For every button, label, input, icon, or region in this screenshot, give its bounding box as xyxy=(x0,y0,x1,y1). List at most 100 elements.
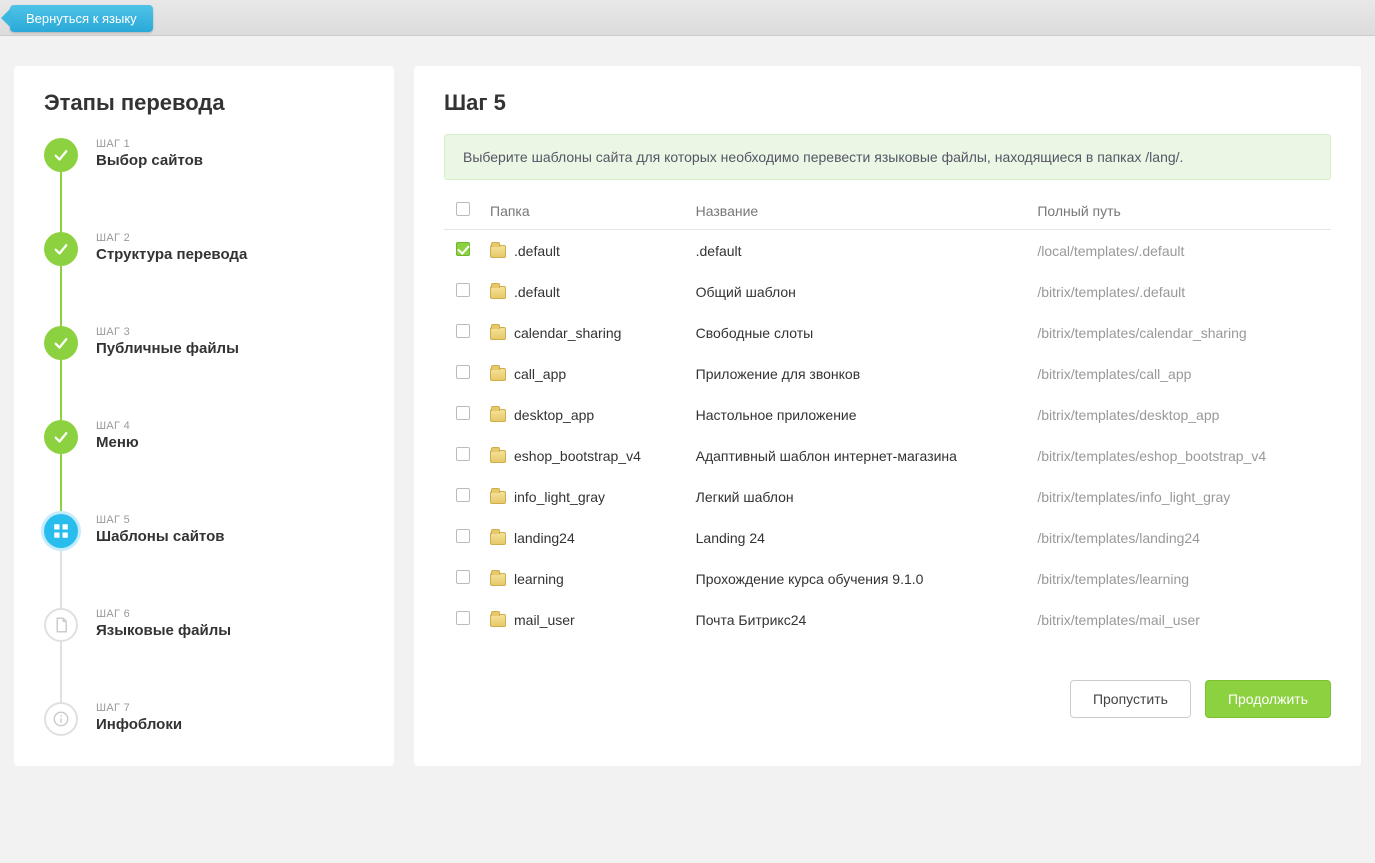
folder-name: eshop_bootstrap_v4 xyxy=(514,448,641,464)
sidebar-title: Этапы перевода xyxy=(44,90,364,116)
step-item[interactable]: ШАГ 4 Меню xyxy=(44,420,364,514)
template-path: /bitrix/templates/call_app xyxy=(1029,353,1331,394)
step-number: ШАГ 5 xyxy=(96,514,224,526)
folder-icon xyxy=(490,368,506,381)
step-number: ШАГ 2 xyxy=(96,232,247,244)
step-item[interactable]: ШАГ 5 Шаблоны сайтов xyxy=(44,514,364,608)
sidebar: Этапы перевода ШАГ 1 Выбор сайтов ШАГ 2 Стр… xyxy=(14,66,394,766)
check-icon xyxy=(44,138,78,172)
step-item[interactable]: ШАГ 6 Языковые файлы xyxy=(44,608,364,702)
folder-icon xyxy=(490,286,506,299)
step-item[interactable]: ШАГ 3 Публичные файлы xyxy=(44,326,364,420)
template-path: /bitrix/templates/eshop_bootstrap_v4 xyxy=(1029,435,1331,476)
col-path: Полный путь xyxy=(1029,192,1331,230)
folder-name: desktop_app xyxy=(514,407,594,423)
row-checkbox[interactable] xyxy=(456,488,470,502)
template-name: Легкий шаблон xyxy=(688,476,1030,517)
step-item[interactable]: ШАГ 7 Инфоблоки xyxy=(44,702,364,736)
template-path: /local/templates/.default xyxy=(1029,230,1331,272)
template-name: Прохождение курса обучения 9.1.0 xyxy=(688,558,1030,599)
continue-button[interactable]: Продолжить xyxy=(1205,680,1331,718)
folder-icon xyxy=(490,614,506,627)
step-item[interactable]: ШАГ 2 Структура перевода xyxy=(44,232,364,326)
folder-name: learning xyxy=(514,571,564,587)
step-number: ШАГ 7 xyxy=(96,702,182,714)
table-row: .default .default/local/templates/.defaul… xyxy=(444,230,1331,272)
row-checkbox[interactable] xyxy=(456,611,470,625)
template-name: Адаптивный шаблон интернет-магазина xyxy=(688,435,1030,476)
step-item[interactable]: ШАГ 1 Выбор сайтов xyxy=(44,138,364,232)
folder-name: .default xyxy=(514,284,560,300)
folder-icon xyxy=(490,532,506,545)
topbar: Вернуться к языку xyxy=(0,0,1375,36)
folder-name: landing24 xyxy=(514,530,575,546)
info-icon xyxy=(44,702,78,736)
skip-button[interactable]: Пропустить xyxy=(1070,680,1191,718)
template-name: Общий шаблон xyxy=(688,271,1030,312)
col-folder: Папка xyxy=(482,192,688,230)
folder-name: .default xyxy=(514,243,560,259)
step-label: Выбор сайтов xyxy=(96,152,203,169)
template-name: Настольное приложение xyxy=(688,394,1030,435)
table-row: call_appПриложение для звонков/bitrix/te… xyxy=(444,353,1331,394)
steps-list: ШАГ 1 Выбор сайтов ШАГ 2 Структура перевода… xyxy=(44,138,364,736)
template-path: /bitrix/templates/calendar_sharing xyxy=(1029,312,1331,353)
template-name: Свободные слоты xyxy=(688,312,1030,353)
folder-name: call_app xyxy=(514,366,566,382)
step-label: Языковые файлы xyxy=(96,622,231,639)
step-number: ШАГ 1 xyxy=(96,138,203,150)
select-all-checkbox[interactable] xyxy=(456,202,470,216)
table-row: learning Прохождение курса обучения 9.1.0… xyxy=(444,558,1331,599)
back-to-language-button[interactable]: Вернуться к языку xyxy=(10,5,153,32)
file-icon xyxy=(44,608,78,642)
folder-icon xyxy=(490,450,506,463)
step-title: Шаг 5 xyxy=(444,90,1331,116)
step-label: Меню xyxy=(96,434,139,451)
folder-icon xyxy=(490,327,506,340)
template-path: /bitrix/templates/.default xyxy=(1029,271,1331,312)
table-row: landing24 Landing 24/bitrix/templates/lan… xyxy=(444,517,1331,558)
folder-name: info_light_gray xyxy=(514,489,605,505)
check-icon xyxy=(44,326,78,360)
template-path: /bitrix/templates/landing24 xyxy=(1029,517,1331,558)
step-label: Публичные файлы xyxy=(96,340,239,357)
step-label: Инфоблоки xyxy=(96,716,182,733)
template-path: /bitrix/templates/mail_user xyxy=(1029,599,1331,640)
template-name: Почта Битрикс24 xyxy=(688,599,1030,640)
row-checkbox[interactable] xyxy=(456,406,470,420)
row-checkbox[interactable] xyxy=(456,570,470,584)
step-label: Шаблоны сайтов xyxy=(96,528,224,545)
step-number: ШАГ 3 xyxy=(96,326,239,338)
table-row: .default Общий шаблон/bitrix/templates/.d… xyxy=(444,271,1331,312)
table-row: desktop_app Настольное приложение/bitrix/… xyxy=(444,394,1331,435)
folder-icon xyxy=(490,573,506,586)
step-number: ШАГ 4 xyxy=(96,420,139,432)
template-name: .default xyxy=(688,230,1030,272)
actions-row: Пропустить Продолжить xyxy=(444,680,1331,718)
table-row: calendar_sharing Свободные слоты/bitrix/t… xyxy=(444,312,1331,353)
template-name: Landing 24 xyxy=(688,517,1030,558)
folder-name: calendar_sharing xyxy=(514,325,621,341)
row-checkbox[interactable] xyxy=(456,447,470,461)
check-icon xyxy=(44,420,78,454)
folder-icon xyxy=(490,245,506,258)
template-path: /bitrix/templates/learning xyxy=(1029,558,1331,599)
row-checkbox[interactable] xyxy=(456,283,470,297)
row-checkbox[interactable] xyxy=(456,324,470,338)
step-label: Структура перевода xyxy=(96,246,247,263)
main-panel: Шаг 5 Выберите шаблоны сайта для которых… xyxy=(414,66,1361,766)
table-row: info_light_gray Легкий шаблон/bitrix/temp… xyxy=(444,476,1331,517)
row-checkbox[interactable] xyxy=(456,242,470,256)
grid-icon xyxy=(44,514,78,548)
templates-table: Папка Название Полный путь .default.defa… xyxy=(444,192,1331,640)
col-name: Название xyxy=(688,192,1030,230)
template-path: /bitrix/templates/desktop_app xyxy=(1029,394,1331,435)
row-checkbox[interactable] xyxy=(456,365,470,379)
check-icon xyxy=(44,232,78,266)
folder-icon xyxy=(490,491,506,504)
template-path: /bitrix/templates/info_light_gray xyxy=(1029,476,1331,517)
row-checkbox[interactable] xyxy=(456,529,470,543)
hint-box: Выберите шаблоны сайта для которых необх… xyxy=(444,134,1331,180)
folder-icon xyxy=(490,409,506,422)
step-number: ШАГ 6 xyxy=(96,608,231,620)
